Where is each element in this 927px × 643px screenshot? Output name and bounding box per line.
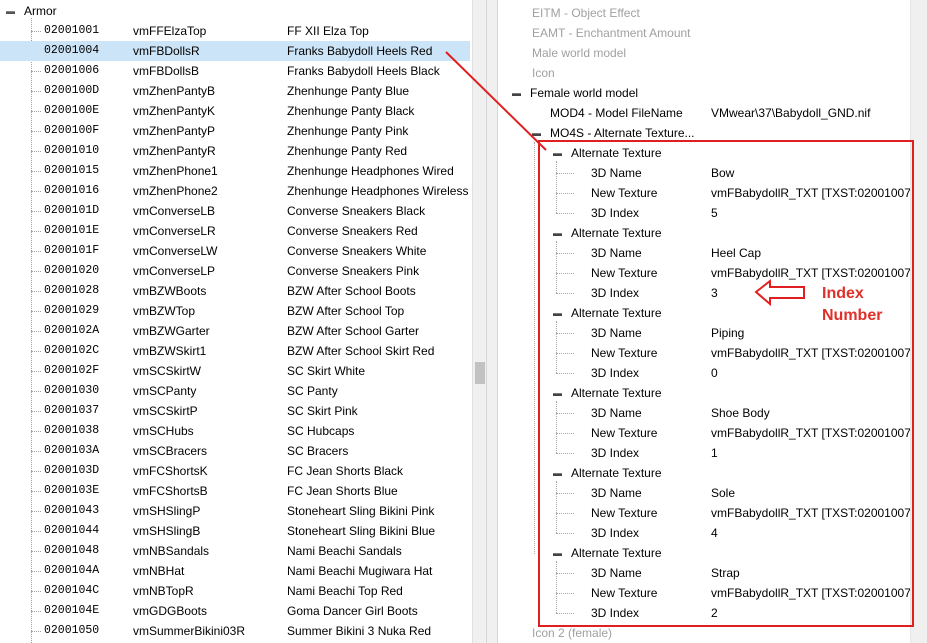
annotation-text-index: Index [822,285,864,302]
pointer-line [445,51,547,151]
annotation-text-number: Number [822,307,883,324]
arrow-left-icon [754,278,805,307]
annotation-overlay [445,51,805,307]
